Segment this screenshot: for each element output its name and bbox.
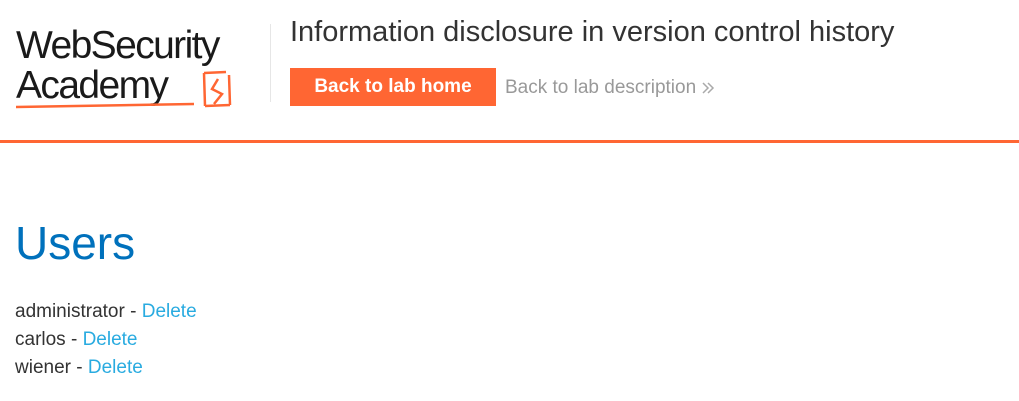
header-divider [270,24,271,102]
back-to-lab-description-label: Back to lab description [505,77,697,98]
user-name: carlos [15,329,66,350]
page-title: Users [15,217,136,269]
user-row: wiener - Delete [15,354,197,382]
user-name: wiener [15,357,71,378]
user-name: administrator [15,301,125,322]
back-to-lab-description-link[interactable]: Back to lab description [505,76,715,100]
web-security-academy-logo[interactable]: WebSecurity Academy [16,22,268,114]
user-separator: - [65,329,83,350]
double-chevron-right-icon [702,82,715,94]
delete-user-link[interactable]: Delete [88,357,143,378]
user-row: carlos - Delete [15,326,197,354]
lab-title: Information disclosure in version contro… [290,16,895,48]
delete-user-link[interactable]: Delete [142,301,197,322]
user-separator: - [70,357,88,378]
users-list: administrator - Delete carlos - Delete w… [15,298,197,382]
user-row: administrator - Delete [15,298,197,326]
delete-user-link[interactable]: Delete [83,329,138,350]
user-separator: - [124,301,142,322]
back-to-lab-home-button[interactable]: Back to lab home [290,68,496,106]
lab-header: WebSecurity Academy Information disclosu… [0,0,1019,143]
lightning-bolt-icon [16,70,232,109]
